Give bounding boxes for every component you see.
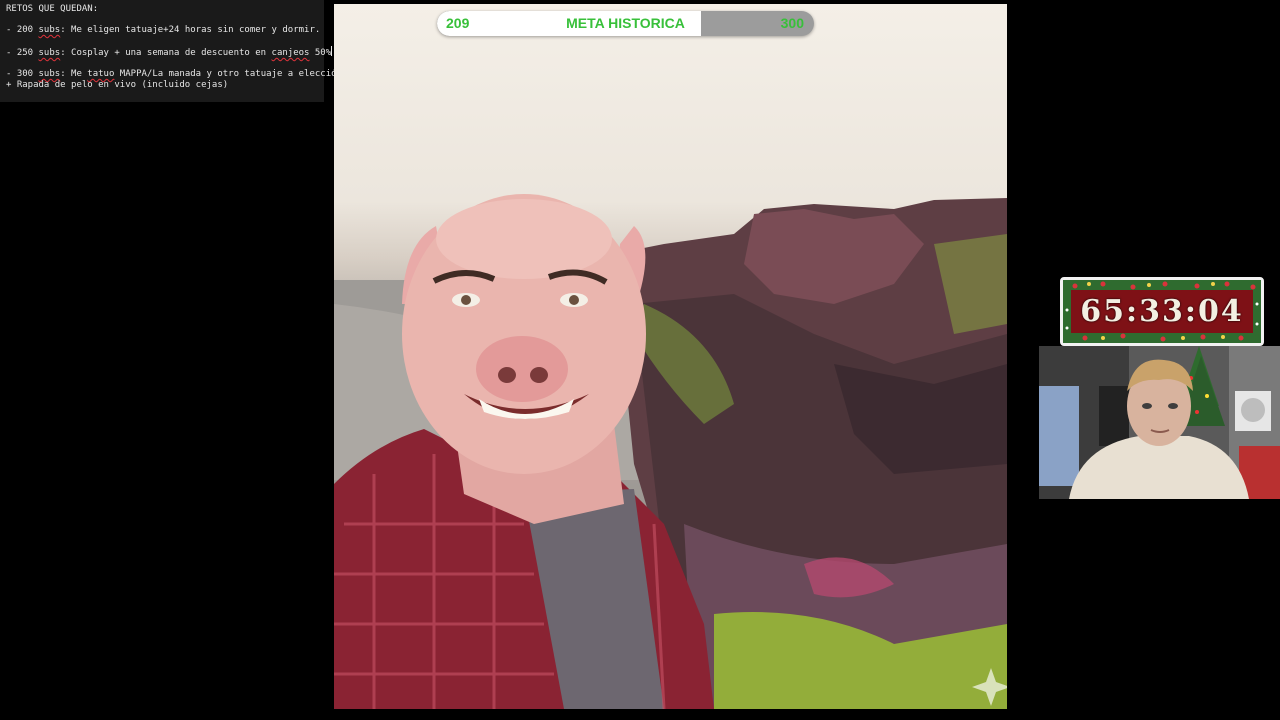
webcam-feed (1039, 346, 1280, 499)
progress-label: META HISTORICA (566, 15, 685, 31)
notes-item-300: - 300 subs: Me tatuo MAPPA/La manada y o… (6, 69, 342, 90)
streamer-webcam-image (1039, 346, 1280, 499)
notes-title: RETOS QUE QUEDAN: (6, 4, 99, 14)
subathon-timer: 65:33:04 (1060, 277, 1264, 346)
subscriber-goal-progress-bar: 209 META HISTORICA 300 (437, 11, 814, 36)
progress-goal-value: 300 (780, 15, 804, 31)
timer-value: 65:33:04 (1080, 294, 1244, 329)
challenges-notes-panel: RETOS QUE QUEDAN: - 200 subs: Me eligen … (0, 0, 342, 102)
main-image (334, 4, 1007, 709)
text-cursor (331, 46, 333, 56)
pig-face-cliff-photo (334, 194, 1007, 709)
notes-item-200: - 200 subs: Me eligen tatuaje+24 horas s… (6, 25, 321, 35)
notes-item-250: - 250 subs: Cosplay + una semana de desc… (6, 46, 333, 58)
